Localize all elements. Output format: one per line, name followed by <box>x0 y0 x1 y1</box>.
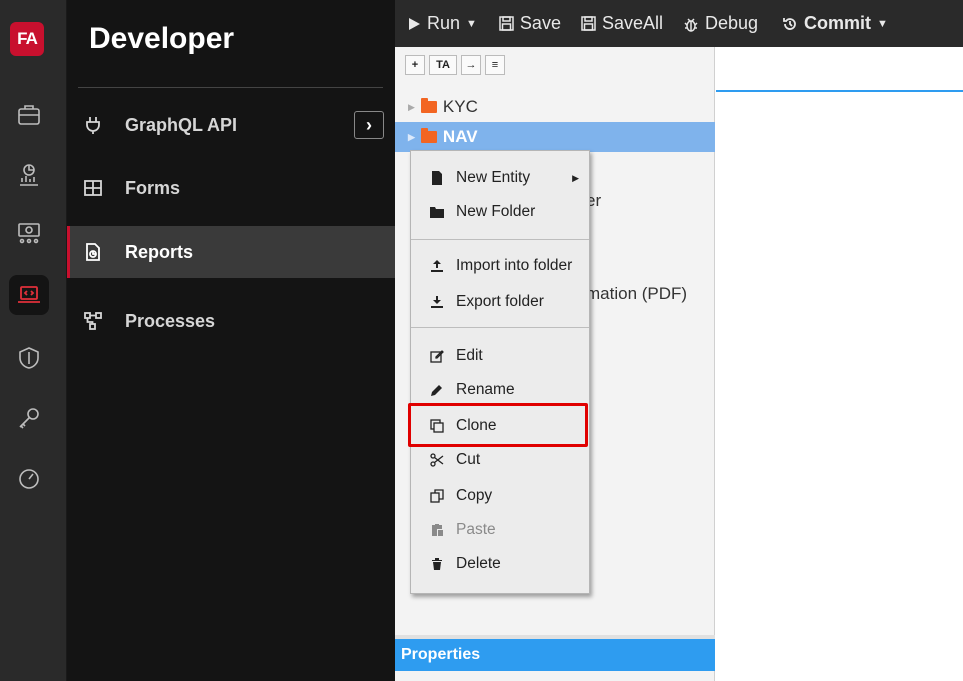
briefcase-icon[interactable] <box>9 95 49 135</box>
tree-row-label: NAV <box>442 127 478 146</box>
menu-item-label: Edit <box>456 347 483 364</box>
menu-item-import-into-folder[interactable]: Import into folder <box>411 249 589 283</box>
menu-item-export-folder[interactable]: Export folder <box>411 285 589 319</box>
tree-toolbar: + TA → ≡ <box>405 55 505 75</box>
app-logo[interactable]: FA <box>10 22 44 56</box>
menu-item-new-folder[interactable]: New Folder <box>411 195 589 229</box>
sidebar-item-label: Reports <box>125 241 194 262</box>
menu-item-paste: Paste <box>411 513 589 547</box>
commit-button[interactable]: Commit ▼ <box>782 13 888 34</box>
gauge-icon[interactable] <box>9 458 49 498</box>
process-flow-icon <box>81 309 105 333</box>
key-icon[interactable] <box>9 398 49 438</box>
history-icon <box>782 16 798 32</box>
filter-text-button[interactable]: TA <box>429 55 457 75</box>
expand-arrow-icon[interactable]: ▶ <box>408 132 415 143</box>
menu-item-label: Delete <box>456 555 501 572</box>
sidebar-item-reports[interactable]: Reports <box>67 226 395 278</box>
plug-icon <box>81 113 105 137</box>
sidebar-item-forms[interactable]: Forms <box>67 162 395 214</box>
folder-icon <box>420 98 437 113</box>
save-all-icon <box>581 16 596 31</box>
sidebar-divider <box>78 87 383 88</box>
saveall-button[interactable]: SaveAll <box>581 13 663 34</box>
upload-icon <box>428 259 446 273</box>
play-icon <box>407 17 421 31</box>
menu-item-rename[interactable]: Rename <box>411 373 589 407</box>
tree-row-label: KYC <box>442 97 478 116</box>
trash-icon <box>428 557 446 571</box>
edit-icon <box>428 349 446 363</box>
sidebar-title: Developer <box>89 22 235 55</box>
submenu-arrow-icon: ▶ <box>572 172 579 183</box>
sidebar-item-label: GraphQL API <box>125 114 238 135</box>
scissors-icon <box>428 453 446 467</box>
navigate-button[interactable]: → <box>461 55 481 75</box>
shield-icon[interactable] <box>9 338 49 378</box>
bug-icon <box>683 16 699 32</box>
tree-row-nav[interactable]: ▶ NAV <box>395 122 715 152</box>
folder-icon <box>428 205 446 219</box>
menu-item-label: Copy <box>456 487 493 504</box>
developer-sidebar: Developer GraphQL API › Forms Reports Pr… <box>67 0 395 681</box>
editor-area[interactable] <box>716 47 963 681</box>
expand-arrow-icon[interactable]: ▶ <box>408 102 415 113</box>
menu-item-delete[interactable]: Delete <box>411 547 589 581</box>
table-icon <box>81 176 105 200</box>
menu-separator <box>411 327 589 328</box>
editor-tab-underline <box>716 90 963 92</box>
menu-item-new-entity[interactable]: New Entity ▶ <box>411 161 589 195</box>
folder-icon <box>420 128 437 143</box>
save-label: Save <box>519 13 561 33</box>
sidebar-item-processes[interactable]: Processes <box>67 295 395 347</box>
tree-row-partial-label: mation (PDF) <box>586 284 688 303</box>
sidebar-item-label: Forms <box>125 177 181 198</box>
paste-icon <box>428 523 446 537</box>
context-menu: New Entity ▶ New Folder Import into fold… <box>410 150 590 594</box>
chevron-down-icon: ▼ <box>877 17 888 30</box>
menu-item-edit[interactable]: Edit <box>411 339 589 373</box>
menu-item-label: New Folder <box>456 203 536 220</box>
sidebar-item-graphql-api[interactable]: GraphQL API › <box>67 99 395 151</box>
menu-separator <box>411 239 589 240</box>
copy-icon <box>428 489 446 503</box>
menu-item-label: Rename <box>456 381 515 398</box>
menu-item-label: Export folder <box>456 293 544 310</box>
commit-label: Commit <box>804 13 872 33</box>
save-icon <box>499 16 514 31</box>
properties-header[interactable]: Properties <box>395 639 715 671</box>
menu-item-copy[interactable]: Copy <box>411 479 589 513</box>
menu-item-label: New Entity <box>456 169 531 186</box>
clone-highlight-box <box>408 403 588 447</box>
menu-item-label: Cut <box>456 451 481 468</box>
saveall-label: SaveAll <box>601 13 663 33</box>
menu-item-label: Paste <box>456 521 496 538</box>
menu-item-cut[interactable]: Cut <box>411 443 589 477</box>
menu-item-label: Import into folder <box>456 257 573 274</box>
add-button[interactable]: + <box>405 55 425 75</box>
icon-rail: FA <box>0 0 67 681</box>
editor-toolbar: Run ▼ Save SaveAll Debug Commit ▼ <box>395 0 963 47</box>
pencil-icon <box>428 383 446 397</box>
expand-graphql-button[interactable]: › <box>354 111 384 139</box>
debug-label: Debug <box>704 13 759 33</box>
money-icon[interactable] <box>9 213 49 253</box>
pie-chart-report-icon[interactable] <box>9 155 49 195</box>
download-icon <box>428 295 446 309</box>
tree-row-kyc[interactable]: ▶ KYC <box>395 92 715 122</box>
chevron-down-icon: ▼ <box>466 17 477 30</box>
report-file-icon <box>81 240 105 264</box>
debug-button[interactable]: Debug <box>683 13 758 34</box>
laptop-code-icon[interactable] <box>9 275 49 315</box>
new-file-icon <box>428 171 446 185</box>
save-button[interactable]: Save <box>499 13 561 34</box>
run-button[interactable]: Run ▼ <box>407 13 477 34</box>
sidebar-item-label: Processes <box>125 310 216 331</box>
list-menu-button[interactable]: ≡ <box>485 55 505 75</box>
run-label: Run <box>427 13 461 33</box>
